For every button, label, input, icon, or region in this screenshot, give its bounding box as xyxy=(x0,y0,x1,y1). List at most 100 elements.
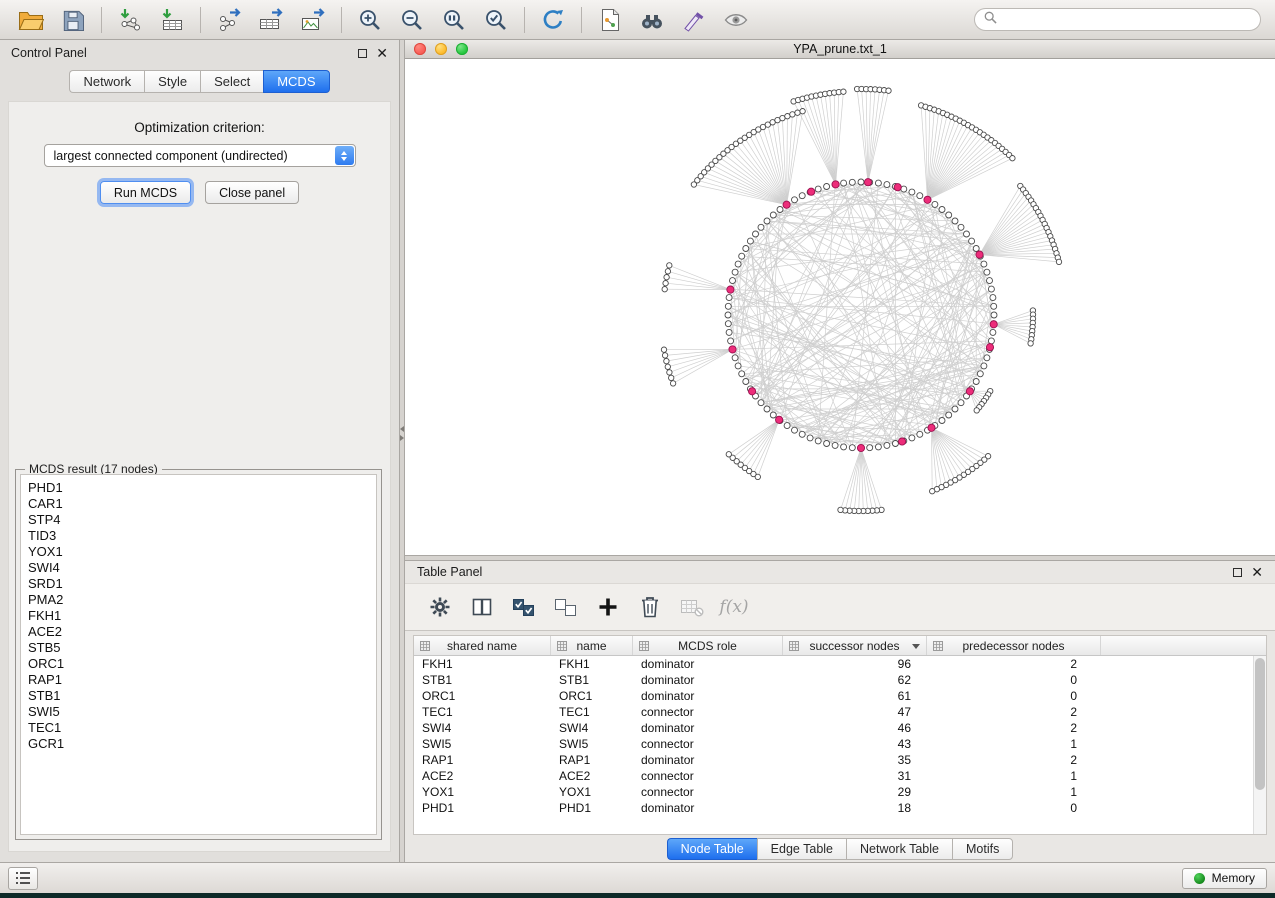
mcds-result-item[interactable]: SWI5 xyxy=(28,704,376,720)
cell-shared-name[interactable]: SWI5 xyxy=(414,737,551,751)
first-neighbors-button[interactable] xyxy=(631,4,673,36)
search-box[interactable] xyxy=(974,8,1261,31)
mcds-result-item[interactable]: PMA2 xyxy=(28,592,376,608)
cell-successor-nodes[interactable]: 35 xyxy=(783,753,927,767)
cell-predecessor-nodes[interactable]: 2 xyxy=(927,753,1101,767)
scrollbar-thumb[interactable] xyxy=(1255,658,1265,790)
cell-name[interactable]: RAP1 xyxy=(551,753,633,767)
table-scrollbar[interactable] xyxy=(1253,656,1266,834)
cell-predecessor-nodes[interactable]: 1 xyxy=(927,737,1101,751)
cell-predecessor-nodes[interactable]: 0 xyxy=(927,801,1101,815)
cell-mcds-role[interactable]: dominator xyxy=(633,689,783,703)
tab-style[interactable]: Style xyxy=(144,70,200,93)
close-window-icon[interactable] xyxy=(414,43,426,55)
tab-edge-table[interactable]: Edge Table xyxy=(757,838,846,860)
cell-mcds-role[interactable]: connector xyxy=(633,769,783,783)
cell-shared-name[interactable]: ACE2 xyxy=(414,769,551,783)
mcds-result-list[interactable]: PHD1CAR1STP4TID3YOX1SWI4SRD1PMA2FKH1ACE2… xyxy=(20,474,377,835)
zoom-out-button[interactable] xyxy=(391,4,433,36)
cell-successor-nodes[interactable]: 43 xyxy=(783,737,927,751)
tab-network[interactable]: Network xyxy=(69,70,144,93)
cell-successor-nodes[interactable]: 46 xyxy=(783,721,927,735)
column-header-shared-name[interactable]: shared name xyxy=(414,636,551,655)
table-row[interactable]: PHD1PHD1dominator180 xyxy=(414,800,1253,816)
cell-name[interactable]: YOX1 xyxy=(551,785,633,799)
close-mcds-panel-button[interactable]: Close panel xyxy=(205,181,299,204)
mcds-result-item[interactable]: TID3 xyxy=(28,528,376,544)
mcds-result-item[interactable]: TEC1 xyxy=(28,720,376,736)
cell-name[interactable]: ACE2 xyxy=(551,769,633,783)
cell-name[interactable]: ORC1 xyxy=(551,689,633,703)
mcds-result-item[interactable]: GCR1 xyxy=(28,736,376,752)
mcds-result-item[interactable]: CAR1 xyxy=(28,496,376,512)
cell-name[interactable]: SWI4 xyxy=(551,721,633,735)
splitter-handle-icon[interactable] xyxy=(400,426,404,441)
float-table-panel-icon[interactable] xyxy=(1233,568,1242,577)
import-public-network-button[interactable] xyxy=(589,4,631,36)
table-settings-button[interactable] xyxy=(421,588,459,626)
mcds-result-item[interactable]: SWI4 xyxy=(28,560,376,576)
cell-shared-name[interactable]: FKH1 xyxy=(414,657,551,671)
mcds-result-item[interactable]: PHD1 xyxy=(28,480,376,496)
mcds-result-item[interactable]: RAP1 xyxy=(28,672,376,688)
cell-predecessor-nodes[interactable]: 0 xyxy=(927,689,1101,703)
table-row[interactable]: SWI5SWI5connector431 xyxy=(414,736,1253,752)
cell-predecessor-nodes[interactable]: 1 xyxy=(927,785,1101,799)
column-header-name[interactable]: name xyxy=(551,636,633,655)
cell-predecessor-nodes[interactable]: 2 xyxy=(927,721,1101,735)
column-header-mcds-role[interactable]: MCDS role xyxy=(633,636,783,655)
table-row[interactable]: ACE2ACE2connector311 xyxy=(414,768,1253,784)
column-header-successor-nodes[interactable]: successor nodes xyxy=(783,636,927,655)
cell-successor-nodes[interactable]: 31 xyxy=(783,769,927,783)
filter-button[interactable] xyxy=(673,4,715,36)
import-table-button[interactable] xyxy=(151,4,193,36)
cell-successor-nodes[interactable]: 62 xyxy=(783,673,927,687)
export-image-button[interactable] xyxy=(292,4,334,36)
cell-shared-name[interactable]: RAP1 xyxy=(414,753,551,767)
zoom-fit-selected-button[interactable] xyxy=(475,4,517,36)
table-row[interactable]: STB1STB1dominator620 xyxy=(414,672,1253,688)
cell-predecessor-nodes[interactable]: 2 xyxy=(927,657,1101,671)
cell-name[interactable]: SWI5 xyxy=(551,737,633,751)
cell-predecessor-nodes[interactable]: 2 xyxy=(927,705,1101,719)
close-table-panel-icon[interactable]: ✕ xyxy=(1251,565,1263,579)
table-row[interactable]: RAP1RAP1dominator352 xyxy=(414,752,1253,768)
cell-successor-nodes[interactable]: 61 xyxy=(783,689,927,703)
table-row[interactable]: FKH1FKH1dominator962 xyxy=(414,656,1253,672)
close-panel-icon[interactable]: ✕ xyxy=(376,46,388,60)
import-network-button[interactable] xyxy=(109,4,151,36)
cell-successor-nodes[interactable]: 29 xyxy=(783,785,927,799)
cell-mcds-role[interactable]: dominator xyxy=(633,657,783,671)
mcds-result-item[interactable]: STB1 xyxy=(28,688,376,704)
open-file-button[interactable] xyxy=(10,4,52,36)
table-row[interactable]: SWI4SWI4dominator462 xyxy=(414,720,1253,736)
cell-name[interactable]: FKH1 xyxy=(551,657,633,671)
graphics-details-button[interactable] xyxy=(715,4,757,36)
network-window-titlebar[interactable]: YPA_prune.txt_1 xyxy=(405,40,1275,59)
cell-mcds-role[interactable]: dominator xyxy=(633,801,783,815)
mcds-result-item[interactable]: SRD1 xyxy=(28,576,376,592)
cell-name[interactable]: TEC1 xyxy=(551,705,633,719)
cell-mcds-role[interactable]: dominator xyxy=(633,753,783,767)
zoom-actual-size-button[interactable] xyxy=(433,4,475,36)
create-column-button[interactable] xyxy=(589,588,627,626)
cell-mcds-role[interactable]: connector xyxy=(633,785,783,799)
column-header-predecessor-nodes[interactable]: predecessor nodes xyxy=(927,636,1101,655)
tab-node-table[interactable]: Node Table xyxy=(667,838,757,860)
tab-motifs[interactable]: Motifs xyxy=(952,838,1013,860)
save-session-button[interactable] xyxy=(52,4,94,36)
cell-shared-name[interactable]: STB1 xyxy=(414,673,551,687)
clear-table-button[interactable] xyxy=(673,588,711,626)
mcds-result-item[interactable]: ORC1 xyxy=(28,656,376,672)
cell-successor-nodes[interactable]: 96 xyxy=(783,657,927,671)
maximize-window-icon[interactable] xyxy=(456,43,468,55)
float-panel-icon[interactable] xyxy=(358,49,367,58)
minimize-window-icon[interactable] xyxy=(435,43,447,55)
table-row[interactable]: TEC1TEC1connector472 xyxy=(414,704,1253,720)
cell-successor-nodes[interactable]: 18 xyxy=(783,801,927,815)
cell-name[interactable]: PHD1 xyxy=(551,801,633,815)
cell-mcds-role[interactable]: dominator xyxy=(633,721,783,735)
column-filter-chevron-icon[interactable] xyxy=(912,644,920,649)
memory-button[interactable]: Memory xyxy=(1182,868,1267,889)
cell-predecessor-nodes[interactable]: 1 xyxy=(927,769,1101,783)
